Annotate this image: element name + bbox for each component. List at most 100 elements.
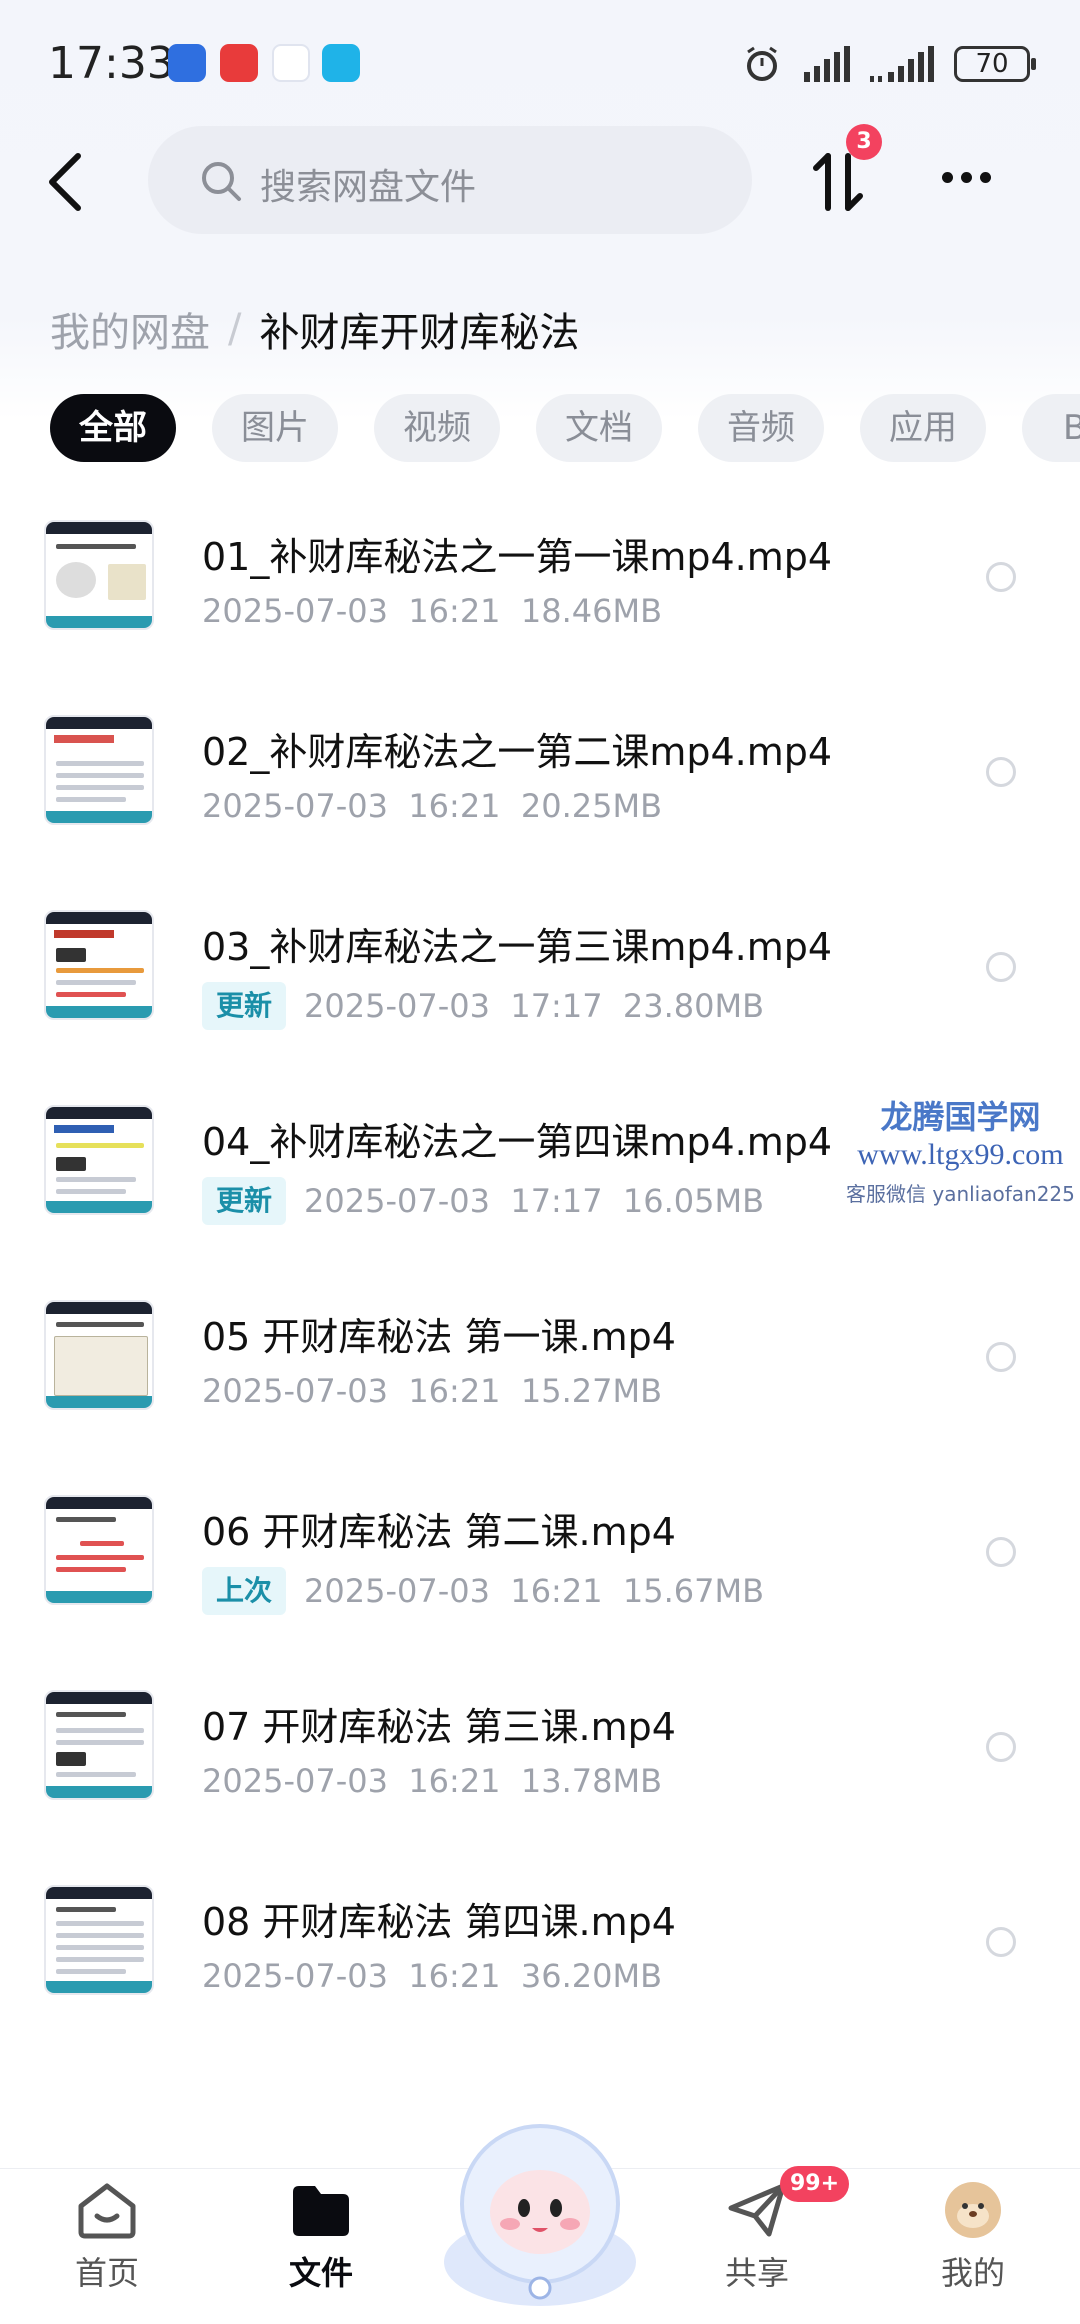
nav-home-label: 首页	[74, 2254, 139, 2292]
tab-apps[interactable]: 应用	[860, 394, 986, 462]
video-thumbnail	[44, 715, 154, 825]
select-checkbox[interactable]	[986, 1732, 1016, 1762]
video-thumbnail	[44, 1300, 154, 1410]
file-name: 08 开财库秘法 第四课.mp4	[202, 1900, 676, 1944]
status-indicators: 70	[742, 44, 1036, 84]
tab-all[interactable]: 全部	[50, 394, 176, 462]
file-row[interactable]: 02_补财库秘法之一第二课mp4.mp4 2025-07-03 16:21 20…	[0, 685, 1080, 880]
tab-videos[interactable]: 视频	[374, 394, 500, 462]
file-row[interactable]: 07 开财库秘法 第三课.mp4 2025-07-03 16:21 13.78M…	[0, 1660, 1080, 1855]
tab-bt[interactable]: BT	[1022, 394, 1080, 462]
select-checkbox[interactable]	[986, 1537, 1016, 1567]
file-size: 18.46MB	[520, 592, 663, 630]
mascot-icon[interactable]	[432, 2112, 648, 2312]
transfer-icon[interactable]	[808, 152, 868, 212]
back-icon[interactable]	[42, 150, 90, 214]
file-time: 16:21	[408, 1372, 501, 1410]
file-name: 02_补财库秘法之一第二课mp4.mp4	[202, 730, 833, 774]
video-thumbnail	[44, 1105, 154, 1215]
file-size: 15.67MB	[622, 1572, 765, 1610]
breadcrumb-root[interactable]: 我的网盘	[50, 300, 210, 358]
file-list: 01_补财库秘法之一第一课mp4.mp4 2025-07-03 16:21 18…	[0, 490, 1080, 2050]
search-placeholder: 搜索网盘文件	[260, 167, 477, 208]
nav-share-label: 共享	[724, 2254, 789, 2292]
select-checkbox[interactable]	[986, 1342, 1016, 1372]
select-checkbox[interactable]	[986, 952, 1016, 982]
file-row[interactable]: 03_补财库秘法之一第三课mp4.mp4 更新 2025-07-03 17:17 …	[0, 880, 1080, 1075]
tab-audio[interactable]: 音频	[698, 394, 824, 462]
select-checkbox[interactable]	[986, 1927, 1016, 1957]
signal-icon	[804, 46, 850, 82]
file-row[interactable]: 01_补财库秘法之一第一课mp4.mp4 2025-07-03 16:21 18…	[0, 490, 1080, 685]
file-meta: 2025-07-03 16:21 36.20MB	[202, 1957, 662, 1995]
breadcrumb-separator: /	[228, 306, 242, 352]
file-size: 13.78MB	[520, 1762, 663, 1800]
file-time: 16:21	[408, 1762, 501, 1800]
file-meta: 更新 2025-07-03 17:17 23.80MB	[202, 982, 764, 1030]
file-name: 06 开财库秘法 第二课.mp4	[202, 1510, 676, 1554]
file-name: 01_补财库秘法之一第一课mp4.mp4	[202, 535, 833, 579]
select-checkbox[interactable]	[986, 757, 1016, 787]
app-notification-icon	[168, 44, 206, 82]
file-date: 2025-07-03	[202, 1957, 388, 1995]
file-time: 17:17	[510, 1182, 603, 1220]
breadcrumb: 我的网盘 / 补财库开财库秘法	[50, 300, 579, 358]
app-notification-icon	[220, 44, 258, 82]
nav-files[interactable]: 文件	[256, 2180, 386, 2294]
nav-files-label: 文件	[288, 2254, 353, 2292]
file-meta: 2025-07-03 16:21 20.25MB	[202, 787, 662, 825]
file-time: 17:17	[510, 987, 603, 1025]
search-input[interactable]: 搜索网盘文件	[148, 126, 752, 234]
nav-mine[interactable]: 我的	[908, 2180, 1038, 2294]
tab-documents[interactable]: 文档	[536, 394, 662, 462]
file-name: 04_补财库秘法之一第四课mp4.mp4	[202, 1120, 833, 1164]
file-time: 16:21	[510, 1572, 603, 1610]
watermark-url: www.ltgx99.com	[857, 1138, 1064, 1171]
file-date: 2025-07-03	[304, 987, 490, 1025]
search-icon	[202, 162, 241, 201]
video-thumbnail	[44, 1885, 154, 1995]
file-meta: 2025-07-03 16:21 13.78MB	[202, 1762, 662, 1800]
file-row[interactable]: 08 开财库秘法 第四课.mp4 2025-07-03 16:21 36.20M…	[0, 1855, 1080, 2050]
file-name: 07 开财库秘法 第三课.mp4	[202, 1705, 676, 1749]
file-time: 16:21	[408, 787, 501, 825]
filter-tabs: 全部 图片 视频 文档 音频 应用 BT	[50, 394, 1080, 462]
app-notification-icon	[272, 44, 310, 82]
more-icon[interactable]	[942, 172, 991, 183]
file-date: 2025-07-03	[304, 1182, 490, 1220]
updated-tag: 更新	[202, 1177, 287, 1225]
battery-indicator: 70	[954, 46, 1036, 82]
file-time: 16:21	[408, 1957, 501, 1995]
file-date: 2025-07-03	[202, 1372, 388, 1410]
file-size: 23.80MB	[622, 987, 765, 1025]
signal-icon	[870, 46, 934, 82]
share-count-badge: 99+	[780, 2166, 850, 2202]
file-date: 2025-07-03	[202, 787, 388, 825]
file-name: 05 开财库秘法 第一课.mp4	[202, 1315, 676, 1359]
status-bar: 17:33 70	[0, 0, 1080, 130]
file-size: 20.25MB	[520, 787, 663, 825]
video-thumbnail	[44, 910, 154, 1020]
file-row[interactable]: 05 开财库秘法 第一课.mp4 2025-07-03 16:21 15.27M…	[0, 1270, 1080, 1465]
nav-home[interactable]: 首页	[42, 2180, 172, 2294]
tab-images[interactable]: 图片	[212, 394, 338, 462]
folder-icon	[293, 2186, 349, 2236]
app-notification-icon	[322, 44, 360, 82]
transfer-count-badge: 3	[846, 124, 882, 160]
video-thumbnail	[44, 520, 154, 630]
updated-tag: 更新	[202, 982, 287, 1030]
video-thumbnail	[44, 1495, 154, 1605]
watermark-title: 龙腾国学网	[880, 1098, 1041, 1136]
avatar-icon	[945, 2182, 1001, 2238]
status-time: 17:33	[48, 38, 175, 89]
file-meta: 上次 2025-07-03 16:21 15.67MB	[202, 1567, 764, 1615]
file-date: 2025-07-03	[202, 1762, 388, 1800]
select-checkbox[interactable]	[986, 562, 1016, 592]
breadcrumb-current: 补财库开财库秘法	[259, 310, 580, 356]
file-row[interactable]: 06 开财库秘法 第二课.mp4 上次 2025-07-03 16:21 15.6…	[0, 1465, 1080, 1660]
video-thumbnail	[44, 1690, 154, 1800]
file-date: 2025-07-03	[304, 1572, 490, 1610]
file-date: 2025-07-03	[202, 592, 388, 630]
share-icon	[728, 2183, 786, 2237]
home-icon	[78, 2183, 136, 2239]
